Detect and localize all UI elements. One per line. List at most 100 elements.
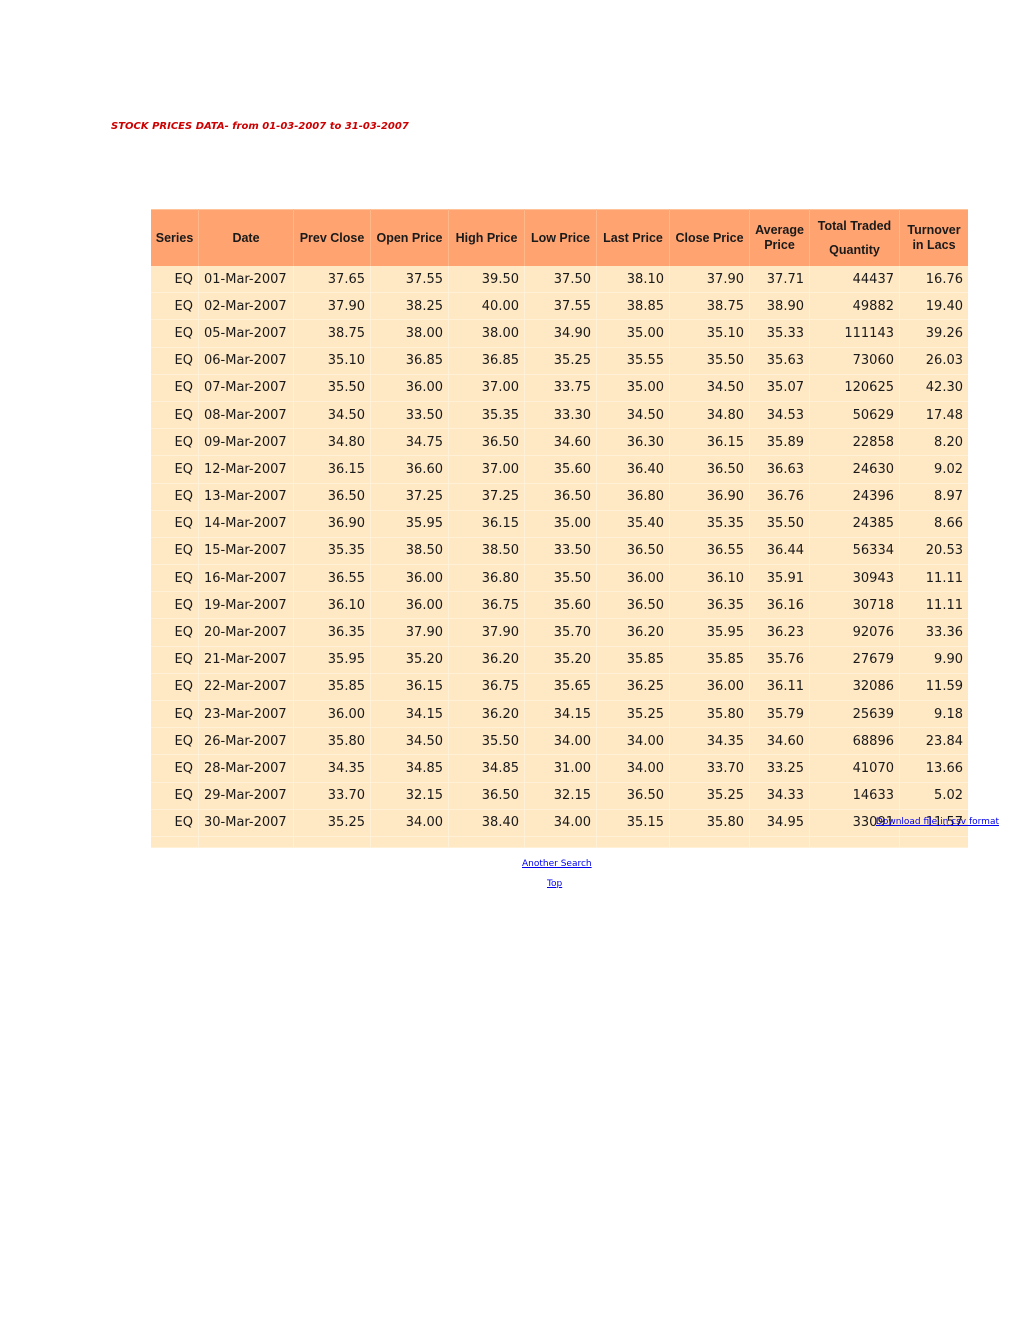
cell-close-price: 33.70 <box>669 754 750 783</box>
cell-high-price: 36.50 <box>448 782 525 810</box>
cell-series: EQ <box>151 618 199 647</box>
cell-prev-close: 34.50 <box>293 401 371 430</box>
cell-high-price: 36.15 <box>448 510 525 538</box>
cell-prev-close: 36.00 <box>293 700 371 729</box>
cell-high-price: 34.85 <box>448 754 525 783</box>
cell-turnover: 11.59 <box>899 673 968 702</box>
cell-close-price: 36.35 <box>669 591 750 620</box>
cell-prev-close: 34.35 <box>293 754 371 783</box>
cell-high-price: 39.50 <box>448 266 525 294</box>
cell-last-price: 34.00 <box>596 754 670 783</box>
cell-date: 13-Mar-2007 <box>198 483 294 511</box>
cell-average-price: 35.79 <box>749 700 810 729</box>
cell-high-price: 37.25 <box>448 483 525 511</box>
cell-high-price: 36.75 <box>448 673 525 702</box>
cell-last-price: 34.00 <box>596 727 670 756</box>
cell-average-price: 35.07 <box>749 374 810 402</box>
table-row: EQ 05-Mar-2007 38.75 38.00 38.00 34.90 35.00 35… <box>151 319 968 348</box>
cell-high-price: 38.50 <box>448 537 525 566</box>
table-row: EQ 16-Mar-2007 36.55 36.00 36.80 35.50 36.00 36… <box>151 564 968 593</box>
cell-turnover: 9.02 <box>899 455 968 484</box>
cell-series: EQ <box>151 319 199 348</box>
cell-series: EQ <box>151 510 199 538</box>
spacer-cell <box>899 836 968 848</box>
table-row: EQ 23-Mar-2007 36.00 34.15 36.20 34.15 35.25 35… <box>151 700 968 729</box>
table-row: EQ 08-Mar-2007 34.50 33.50 35.35 33.30 34.50 34… <box>151 401 968 430</box>
cell-turnover: 8.20 <box>899 428 968 457</box>
top-link[interactable]: Top <box>547 879 562 889</box>
cell-average-price: 34.60 <box>749 727 810 756</box>
spacer-cell <box>293 836 371 848</box>
cell-prev-close: 38.75 <box>293 319 371 348</box>
table-row: EQ 21-Mar-2007 35.95 35.20 36.20 35.20 35.85 35… <box>151 646 968 674</box>
cell-open-price: 34.50 <box>370 727 449 756</box>
cell-prev-close: 35.10 <box>293 347 371 375</box>
cell-date: 07-Mar-2007 <box>198 374 294 402</box>
cell-low-price: 35.50 <box>524 564 597 593</box>
cell-turnover: 16.76 <box>899 266 968 294</box>
header-total-traded-line2: Quantity <box>829 242 880 257</box>
cell-low-price: 37.55 <box>524 292 597 321</box>
cell-close-price: 34.35 <box>669 727 750 756</box>
cell-date: 12-Mar-2007 <box>198 455 294 484</box>
cell-close-price: 36.00 <box>669 673 750 702</box>
cell-average-price: 36.44 <box>749 537 810 566</box>
cell-average-price: 34.33 <box>749 782 810 810</box>
cell-high-price: 36.80 <box>448 564 525 593</box>
cell-series: EQ <box>151 727 199 756</box>
cell-turnover: 11.11 <box>899 591 968 620</box>
cell-close-price: 36.10 <box>669 564 750 593</box>
cell-total-traded-quantity: 56334 <box>809 537 900 566</box>
cell-last-price: 35.00 <box>596 319 670 348</box>
cell-last-price: 36.20 <box>596 618 670 647</box>
cell-high-price: 38.40 <box>448 809 525 837</box>
cell-date: 23-Mar-2007 <box>198 700 294 729</box>
cell-high-price: 40.00 <box>448 292 525 321</box>
cell-series: EQ <box>151 700 199 729</box>
cell-prev-close: 36.90 <box>293 510 371 538</box>
table-row: EQ 30-Mar-2007 35.25 34.00 38.40 34.00 35.15 35… <box>151 809 968 837</box>
cell-date: 06-Mar-2007 <box>198 347 294 375</box>
cell-total-traded-quantity: 68896 <box>809 727 900 756</box>
spacer-cell <box>596 836 670 848</box>
cell-series: EQ <box>151 374 199 402</box>
cell-open-price: 38.50 <box>370 537 449 566</box>
cell-low-price: 33.30 <box>524 401 597 430</box>
cell-total-traded-quantity: 73060 <box>809 347 900 375</box>
spacer-cell <box>809 836 900 848</box>
cell-prev-close: 35.85 <box>293 673 371 702</box>
cell-open-price: 36.85 <box>370 347 449 375</box>
cell-date: 22-Mar-2007 <box>198 673 294 702</box>
header-high-price: High Price <box>448 209 525 266</box>
cell-low-price: 35.60 <box>524 455 597 484</box>
cell-prev-close: 36.10 <box>293 591 371 620</box>
cell-series: EQ <box>151 646 199 674</box>
spacer-cell <box>370 836 449 848</box>
cell-date: 19-Mar-2007 <box>198 591 294 620</box>
another-search-link[interactable]: Another Search <box>522 859 592 869</box>
cell-prev-close: 36.55 <box>293 564 371 593</box>
cell-series: EQ <box>151 754 199 783</box>
cell-open-price: 38.00 <box>370 319 449 348</box>
cell-series: EQ <box>151 347 199 375</box>
table-row: EQ 06-Mar-2007 35.10 36.85 36.85 35.25 35.55 35… <box>151 347 968 375</box>
cell-high-price: 35.50 <box>448 727 525 756</box>
table-row: EQ 19-Mar-2007 36.10 36.00 36.75 35.60 36.50 36… <box>151 591 968 620</box>
cell-turnover: 19.40 <box>899 292 968 321</box>
cell-close-price: 35.35 <box>669 510 750 538</box>
cell-close-price: 34.80 <box>669 401 750 430</box>
header-prev-close: Prev Close <box>293 209 371 266</box>
cell-turnover: 5.02 <box>899 782 968 810</box>
download-csv-link[interactable]: Download file in csv format <box>876 817 999 827</box>
cell-high-price: 36.85 <box>448 347 525 375</box>
cell-date: 01-Mar-2007 <box>198 266 294 294</box>
cell-open-price: 32.15 <box>370 782 449 810</box>
cell-prev-close: 35.80 <box>293 727 371 756</box>
cell-close-price: 35.80 <box>669 809 750 837</box>
cell-total-traded-quantity: 50629 <box>809 401 900 430</box>
cell-date: 21-Mar-2007 <box>198 646 294 674</box>
spacer-cell <box>151 836 199 848</box>
cell-prev-close: 35.95 <box>293 646 371 674</box>
cell-low-price: 35.65 <box>524 673 597 702</box>
cell-average-price: 36.23 <box>749 618 810 647</box>
